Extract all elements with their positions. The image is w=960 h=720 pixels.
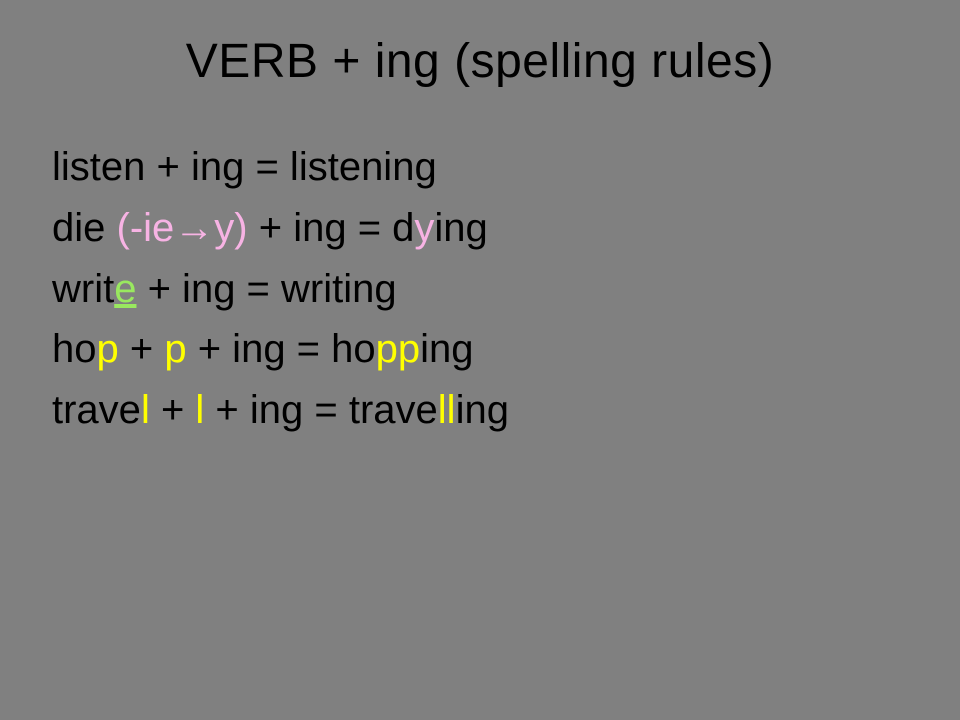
text: + ing = d — [248, 206, 415, 250]
slide: VERB + ing (spelling rules) listen + ing… — [0, 0, 960, 720]
rule-listen: listen + ing = listening — [52, 137, 908, 198]
slide-body: listen + ing = listening die (-ie→y) + i… — [0, 89, 960, 441]
text: + — [150, 388, 196, 432]
highlight-green: e — [114, 267, 136, 311]
highlight-pink: y — [414, 206, 434, 250]
text: + ing = trave — [204, 388, 437, 432]
highlight-yellow: p — [97, 327, 119, 371]
text: + ing = ho — [187, 327, 376, 371]
text: writ — [52, 267, 114, 311]
text: trave — [52, 388, 141, 432]
rule-travel: travel + l + ing = travelling — [52, 380, 908, 441]
highlight-yellow: pp — [376, 327, 421, 371]
text: + ing = writing — [136, 267, 396, 311]
slide-title: VERB + ing (spelling rules) — [0, 0, 960, 89]
text: die — [52, 206, 117, 250]
highlight-pink: (-ie — [117, 206, 175, 250]
text: + — [119, 327, 165, 371]
rule-die: die (-ie→y) + ing = dying — [52, 198, 908, 259]
text: ing — [456, 388, 509, 432]
text: ing — [420, 327, 473, 371]
arrow-icon: → — [174, 206, 214, 250]
highlight-yellow: l — [141, 388, 150, 432]
highlight-pink: y) — [214, 206, 247, 250]
text: ho — [52, 327, 97, 371]
text: ing — [434, 206, 487, 250]
highlight-yellow: ll — [438, 388, 456, 432]
rule-hop: hop + p + ing = hopping — [52, 319, 908, 380]
highlight-yellow: p — [164, 327, 186, 371]
highlight-yellow: l — [195, 388, 204, 432]
text: listen + ing = listening — [52, 145, 437, 189]
rule-write: write + ing = writing — [52, 259, 908, 320]
